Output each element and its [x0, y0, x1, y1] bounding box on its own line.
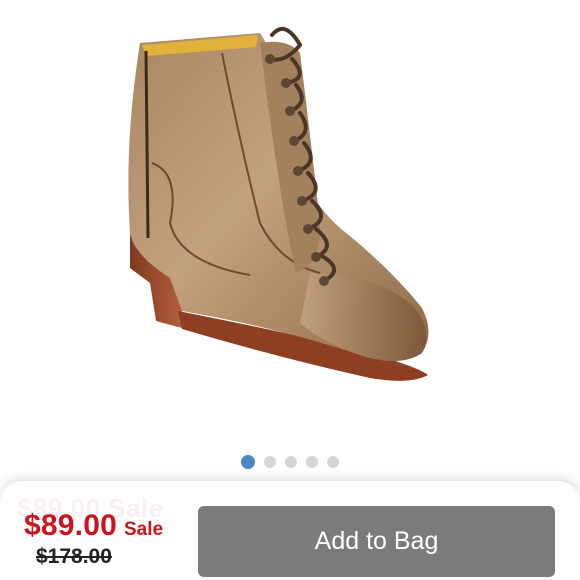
sale-price: $89.00 — [24, 509, 117, 542]
original-price: $178.00 — [36, 545, 112, 568]
carousel-dot-3[interactable] — [285, 456, 297, 468]
sale-row: $89.00 Sale — [24, 509, 163, 543]
purchase-bar: $89.00 Sale $89.00 Sale $178.00 Add to B… — [0, 481, 580, 580]
carousel-dot-2[interactable] — [264, 456, 276, 468]
carousel-dot-4[interactable] — [306, 456, 318, 468]
carousel-dot-5[interactable] — [327, 456, 339, 468]
product-page: $89.00 Sale $89.00 Sale $178.00 Add to B… — [0, 0, 580, 580]
sale-label: Sale — [123, 519, 164, 540]
price-block: $89.00 Sale $178.00 — [24, 509, 163, 569]
image-carousel-indicator — [0, 455, 580, 469]
carousel-dot-1[interactable] — [241, 455, 255, 469]
product-image[interactable] — [0, 0, 580, 445]
ankle-boot-image — [128, 26, 429, 381]
add-to-bag-button[interactable]: Add to Bag — [198, 506, 555, 577]
